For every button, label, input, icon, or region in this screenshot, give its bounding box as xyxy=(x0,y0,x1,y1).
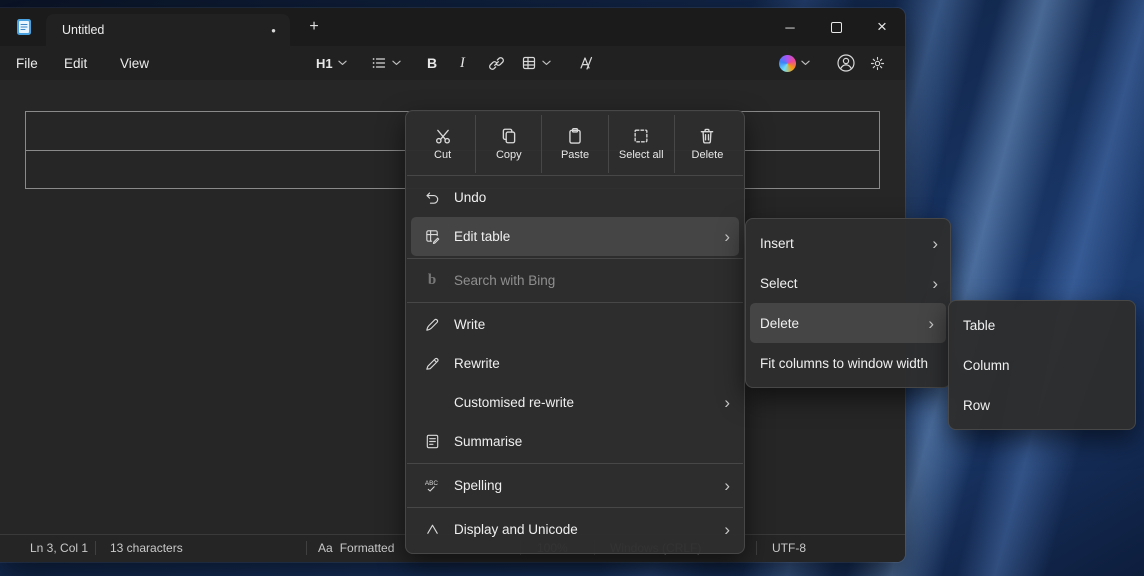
chevron-right-icon: › xyxy=(724,521,730,538)
menu-item-summarise[interactable]: Summarise xyxy=(406,422,744,461)
spellcheck-icon: ABC xyxy=(422,477,442,494)
submenu-item-insert[interactable]: Insert › xyxy=(746,223,950,263)
copy-icon xyxy=(500,127,518,145)
window-controls: ─ × xyxy=(767,8,905,46)
paste-button[interactable]: Paste xyxy=(541,115,607,173)
menu-item-undo[interactable]: Undo xyxy=(406,178,744,217)
copy-button[interactable]: Copy xyxy=(475,115,541,173)
cursor-position: Ln 3, Col 1 xyxy=(30,535,88,561)
separator xyxy=(407,302,743,303)
minimize-button[interactable]: ─ xyxy=(767,8,813,46)
delete-submenu: Table Column Row xyxy=(948,300,1136,430)
chevron-down-icon xyxy=(392,60,401,66)
quick-actions-row: Cut Copy Paste Select all xyxy=(410,115,740,173)
menu-item-edit-table[interactable]: Edit table › xyxy=(411,217,739,256)
menu-file[interactable]: File xyxy=(16,46,38,80)
cut-icon xyxy=(434,127,452,145)
rewrite-pen-icon xyxy=(422,355,442,372)
tab-untitled[interactable]: Untitled ● xyxy=(46,14,290,46)
gear-icon xyxy=(869,55,886,72)
submenu-item-column[interactable]: Column xyxy=(949,345,1135,385)
chevron-right-icon: › xyxy=(724,228,730,245)
chevron-right-icon: › xyxy=(928,315,934,332)
svg-text:ABC: ABC xyxy=(424,480,437,487)
separator xyxy=(407,258,743,259)
account-button[interactable] xyxy=(836,46,856,80)
select-all-icon xyxy=(632,127,650,145)
submenu-item-table[interactable]: Table xyxy=(949,305,1135,345)
separator xyxy=(95,541,96,555)
pen-icon xyxy=(422,316,442,333)
chevron-right-icon: › xyxy=(932,235,938,252)
settings-button[interactable] xyxy=(869,46,886,80)
desktop-wallpaper: Untitled ● + ─ × File Edit View H1 xyxy=(0,0,1144,576)
hyperlink-button[interactable] xyxy=(488,46,505,80)
delete-button[interactable]: Delete xyxy=(674,115,740,173)
submenu-item-row[interactable]: Row xyxy=(949,385,1135,425)
paste-icon xyxy=(566,127,584,145)
submenu-item-select[interactable]: Select › xyxy=(746,263,950,303)
chevron-right-icon: › xyxy=(724,477,730,494)
edit-table-icon xyxy=(422,228,442,245)
character-count: 13 characters xyxy=(110,535,183,561)
formatted-indicator: Aa Formatted xyxy=(318,535,394,561)
maximize-icon xyxy=(831,22,842,33)
menu-item-display-and-unicode[interactable]: Display and Unicode › xyxy=(406,510,744,549)
notepad-app-icon xyxy=(14,17,34,37)
formatted-label: Formatted xyxy=(340,535,395,561)
chevron-right-icon: › xyxy=(724,394,730,411)
select-all-button[interactable]: Select all xyxy=(608,115,674,173)
separator xyxy=(407,175,743,176)
close-button[interactable]: × xyxy=(859,8,905,46)
chevron-right-icon: › xyxy=(932,275,938,292)
clear-formatting-button[interactable] xyxy=(577,46,595,80)
list-button[interactable] xyxy=(371,46,401,80)
new-tab-button[interactable]: + xyxy=(302,16,326,38)
encoding: UTF-8 xyxy=(772,535,806,561)
tab-title: Untitled xyxy=(62,23,104,37)
copilot-icon xyxy=(779,55,796,72)
chevron-down-icon xyxy=(801,60,810,66)
copilot-button[interactable] xyxy=(779,46,810,80)
submenu-item-delete[interactable]: Delete › xyxy=(750,303,946,343)
menu-item-customised-rewrite[interactable]: Customised re-write › xyxy=(406,383,744,422)
insert-table-button[interactable] xyxy=(521,46,551,80)
menu-item-search-with-bing[interactable]: b Search with Bing xyxy=(406,261,744,300)
document-lines-icon xyxy=(422,433,442,450)
table-icon xyxy=(521,55,537,71)
caret-symbol-icon xyxy=(422,521,442,538)
separator xyxy=(407,463,743,464)
menu-item-spelling[interactable]: ABC Spelling › xyxy=(406,466,744,505)
maximize-button[interactable] xyxy=(813,8,859,46)
undo-icon xyxy=(422,189,442,206)
menu-item-write[interactable]: Write xyxy=(406,305,744,344)
heading-style-button[interactable]: H1 xyxy=(316,46,347,80)
toolbar: File Edit View H1 B I xyxy=(0,46,905,80)
bullet-list-icon xyxy=(371,55,387,71)
unsaved-dot-icon: ● xyxy=(271,26,276,35)
menu-item-rewrite[interactable]: Rewrite xyxy=(406,344,744,383)
edit-table-submenu: Insert › Select › Delete › Fit columns t… xyxy=(745,218,951,388)
submenu-item-fit-columns[interactable]: Fit columns to window width xyxy=(746,343,950,383)
separator xyxy=(407,507,743,508)
bing-icon: b xyxy=(422,272,442,289)
italic-button[interactable]: I xyxy=(460,46,465,80)
avatar-icon xyxy=(836,53,856,73)
clear-formatting-icon xyxy=(577,55,595,71)
menu-edit[interactable]: Edit xyxy=(64,46,87,80)
separator xyxy=(306,541,307,555)
titlebar: Untitled ● + ─ × xyxy=(0,8,905,46)
link-icon xyxy=(488,55,505,72)
context-menu: Cut Copy Paste Select all xyxy=(405,110,745,554)
bold-button[interactable]: B xyxy=(427,46,437,80)
chevron-down-icon xyxy=(542,60,551,66)
formatted-aa-icon: Aa xyxy=(318,535,333,561)
cut-button[interactable]: Cut xyxy=(410,115,475,173)
separator xyxy=(756,541,757,555)
menu-view[interactable]: View xyxy=(120,46,149,80)
chevron-down-icon xyxy=(338,60,347,66)
trash-icon xyxy=(698,127,716,145)
